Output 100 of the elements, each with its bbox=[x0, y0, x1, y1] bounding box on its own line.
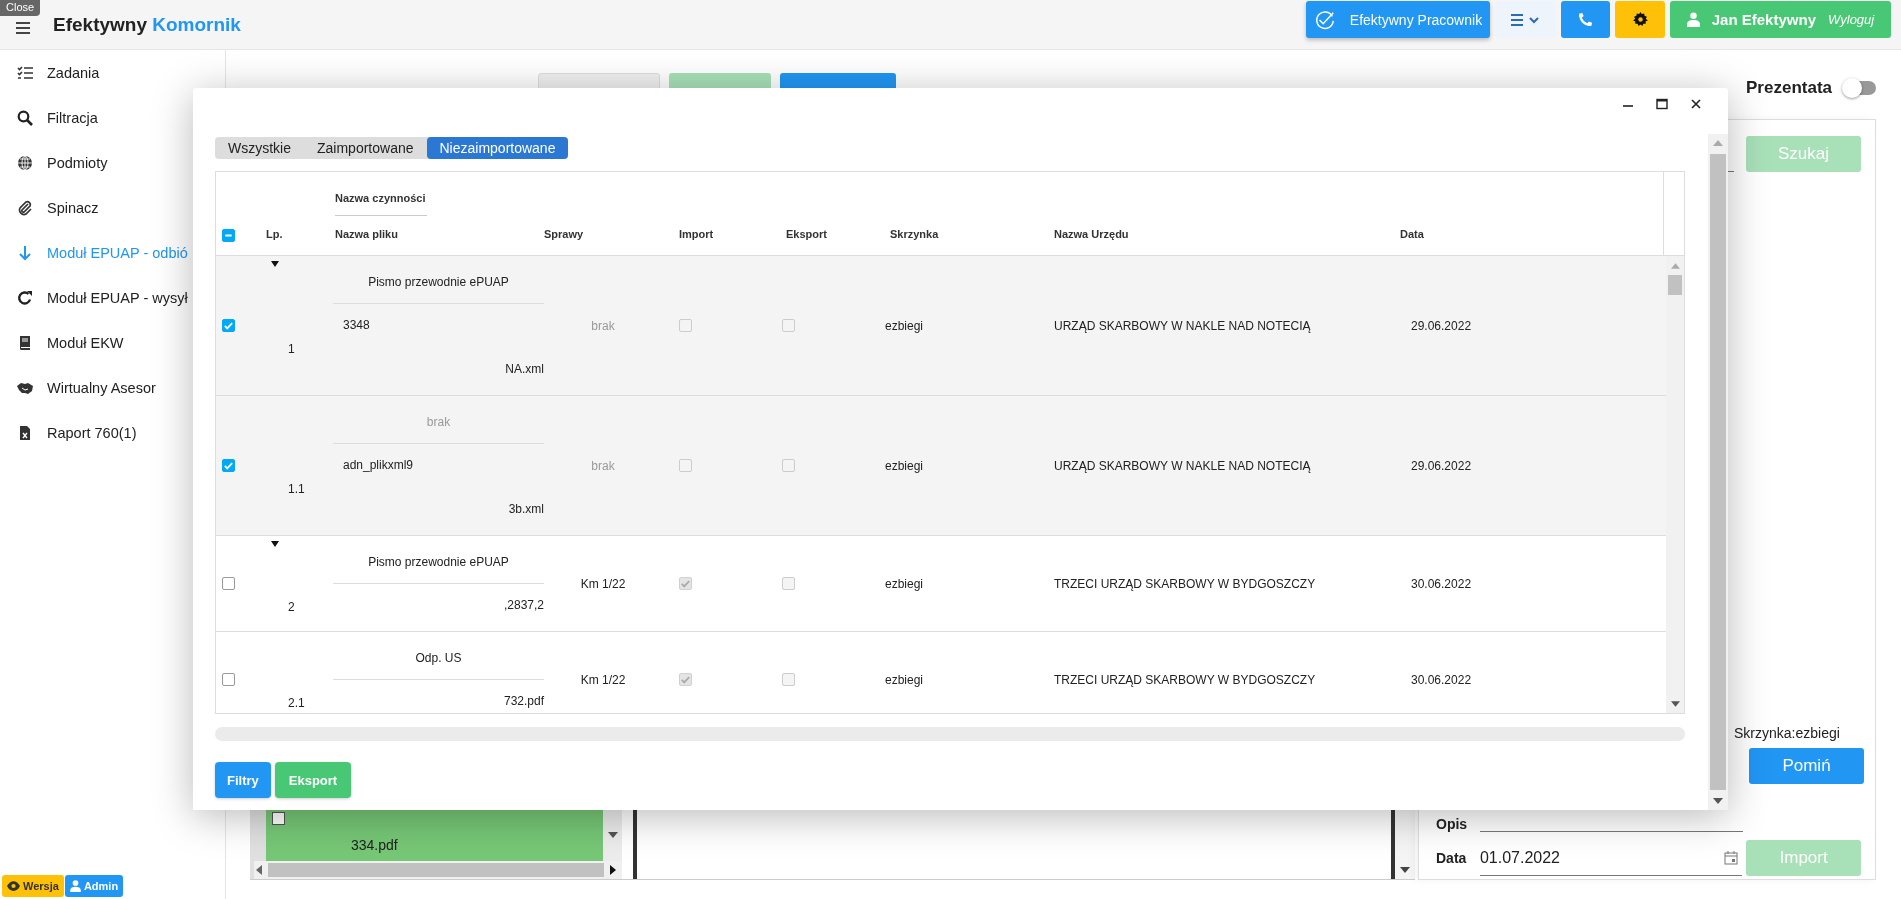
collapse-icon[interactable] bbox=[271, 541, 279, 547]
menu-icon[interactable] bbox=[16, 21, 30, 34]
maximize-icon[interactable] bbox=[1656, 98, 1668, 110]
column-header[interactable]: Sprawy bbox=[544, 228, 584, 240]
table-cell: 29.06.2022 bbox=[1411, 318, 1472, 333]
phone-button[interactable] bbox=[1561, 1, 1610, 38]
check-icon bbox=[223, 460, 234, 471]
table-cell-text: Pismo przewodnie ePUAP bbox=[367, 274, 510, 290]
table-cell-text: NA.xml bbox=[504, 361, 544, 377]
tasks-icon bbox=[17, 64, 33, 81]
sidebar-item[interactable]: Zadania bbox=[0, 50, 225, 95]
table-row[interactable]: 1 Pismo przewodnie ePUAP 3348 NA.xml brak ezbiegi URZĄD SKARBOWY W NAKLE NAD NOTECIĄ 29.06.2022 bbox=[216, 256, 1666, 396]
table-cell-text: adn_plikxml9 bbox=[342, 457, 415, 473]
table-cell-text: 3348 bbox=[342, 317, 371, 333]
vertical-scrollbar[interactable] bbox=[1666, 256, 1684, 713]
version-badge[interactable]: Wersja bbox=[2, 875, 64, 897]
checkbox[interactable] bbox=[222, 319, 235, 332]
check-circle-icon bbox=[1313, 8, 1336, 31]
sidebar-item[interactable]: Spinacz bbox=[0, 185, 225, 230]
column-header[interactable]: Skrzynka bbox=[890, 228, 939, 240]
tab[interactable]: Zaimportowane bbox=[304, 137, 427, 159]
download-icon bbox=[17, 244, 33, 261]
date-field[interactable]: 01.07.2022 bbox=[1479, 840, 1743, 876]
table-cell: brak bbox=[591, 318, 615, 333]
scroll-down-icon[interactable] bbox=[607, 832, 618, 838]
settings-button[interactable] bbox=[1615, 1, 1665, 38]
date-label: Data bbox=[1436, 850, 1468, 866]
table-cell: 1 bbox=[288, 341, 295, 356]
checkbox[interactable] bbox=[222, 459, 235, 472]
scroll-left-icon[interactable] bbox=[256, 865, 262, 875]
panel-scrollbar[interactable] bbox=[1395, 809, 1415, 879]
user-icon bbox=[69, 880, 81, 892]
table-cell: 30.06.2022 bbox=[1411, 576, 1472, 591]
collapse-icon[interactable] bbox=[271, 261, 279, 267]
table-cell-text: Pismo przewodnie ePUAP bbox=[367, 554, 510, 570]
clip-icon bbox=[17, 199, 33, 216]
horizontal-scrollbar[interactable] bbox=[254, 861, 622, 879]
vertical-scrollbar[interactable] bbox=[1708, 134, 1728, 810]
search-icon bbox=[17, 109, 33, 126]
table-cell-text: brak bbox=[425, 414, 452, 430]
table-cell: 1.1 bbox=[288, 481, 305, 496]
table-cell: 2.1 bbox=[288, 695, 305, 710]
scroll-right-icon[interactable] bbox=[610, 865, 616, 875]
table-cell: URZĄD SKARBOWY W NAKLE NAD NOTECIĄ bbox=[1054, 318, 1311, 333]
phone-icon bbox=[1578, 12, 1593, 27]
table-cell: Km 1/22 bbox=[580, 672, 626, 687]
column-header[interactable]: Lp. bbox=[266, 228, 283, 240]
table-cell: ezbiegi bbox=[885, 576, 924, 591]
scrollbar-thumb[interactable] bbox=[268, 863, 604, 877]
scroll-up-icon[interactable] bbox=[1670, 263, 1680, 269]
checkbox[interactable] bbox=[222, 673, 235, 686]
close-tooltip: Close bbox=[0, 0, 41, 16]
presenter-toggle[interactable] bbox=[1844, 81, 1876, 95]
mailbox-info: Skrzynka:ezbiegi bbox=[1734, 725, 1841, 741]
scroll-down-icon[interactable] bbox=[1400, 867, 1410, 873]
checkbox[interactable] bbox=[222, 577, 235, 590]
vertical-scrollbar[interactable] bbox=[603, 809, 622, 861]
sheet-icon bbox=[17, 424, 33, 441]
table-cell: brak bbox=[591, 458, 615, 473]
scroll-down-icon[interactable] bbox=[1670, 701, 1680, 707]
check-icon bbox=[223, 320, 234, 331]
scroll-up-icon[interactable] bbox=[1713, 140, 1723, 146]
table-cell-text: Odp. US bbox=[414, 650, 463, 666]
column-header[interactable]: Nazwa pliku bbox=[335, 228, 398, 240]
table-cell-text: 732.pdf bbox=[502, 693, 544, 709]
description-label: Opis bbox=[1436, 816, 1469, 832]
table-cell: 29.06.2022 bbox=[1411, 458, 1472, 473]
column-header[interactable]: Eksport bbox=[786, 228, 827, 240]
file-list-row[interactable]: 334.pdf bbox=[266, 809, 603, 861]
table-cell: 2 bbox=[288, 599, 295, 614]
close-icon[interactable] bbox=[1690, 98, 1702, 110]
table-row[interactable]: 1.1 brak adn_plikxml9 3b.xml brak ezbiegi URZĄD SKARBOWY W NAKLE NAD NOTECIĄ 29.06.2022 bbox=[216, 396, 1666, 536]
table-cell-text: 3b.xml bbox=[507, 501, 544, 517]
presenter-label: Prezentata bbox=[1746, 78, 1832, 98]
column-header[interactable]: Nazwa Urzędu bbox=[1054, 228, 1129, 240]
table-cell: TRZECI URZĄD SKARBOWY W BYDGOSZCZY bbox=[1054, 576, 1316, 591]
table-cell: ezbiegi bbox=[885, 672, 924, 687]
check-icon bbox=[680, 578, 691, 589]
column-header[interactable]: Data bbox=[1400, 228, 1424, 240]
column-header[interactable]: Nazwa czynności bbox=[335, 192, 426, 204]
menu-icon bbox=[1510, 13, 1541, 26]
file-name: 334.pdf bbox=[351, 837, 398, 853]
refresh-icon bbox=[17, 289, 33, 306]
scrollbar-thumb[interactable] bbox=[1710, 154, 1726, 790]
table-cell: URZĄD SKARBOWY W NAKLE NAD NOTECIĄ bbox=[1054, 458, 1311, 473]
table-cell: ezbiegi bbox=[885, 318, 924, 333]
select-all-checkbox[interactable] bbox=[222, 229, 235, 242]
table-cell: 30.06.2022 bbox=[1411, 672, 1472, 687]
column-header[interactable]: Import bbox=[679, 228, 714, 240]
book-icon bbox=[17, 334, 33, 351]
app-title: Efektywny Komornik bbox=[53, 13, 241, 36]
scrollbar-thumb[interactable] bbox=[1668, 275, 1682, 295]
checkbox[interactable] bbox=[272, 812, 285, 825]
check-icon bbox=[680, 674, 691, 685]
sidebar-item[interactable]: Filtracja bbox=[0, 95, 225, 140]
globe-icon bbox=[17, 154, 33, 171]
menu-dropdown-button[interactable] bbox=[1495, 1, 1556, 38]
scroll-down-icon[interactable] bbox=[1713, 798, 1723, 804]
tab[interactable]: Niezaimportowane bbox=[426, 137, 569, 159]
table-cell: Km 1/22 bbox=[580, 576, 626, 591]
